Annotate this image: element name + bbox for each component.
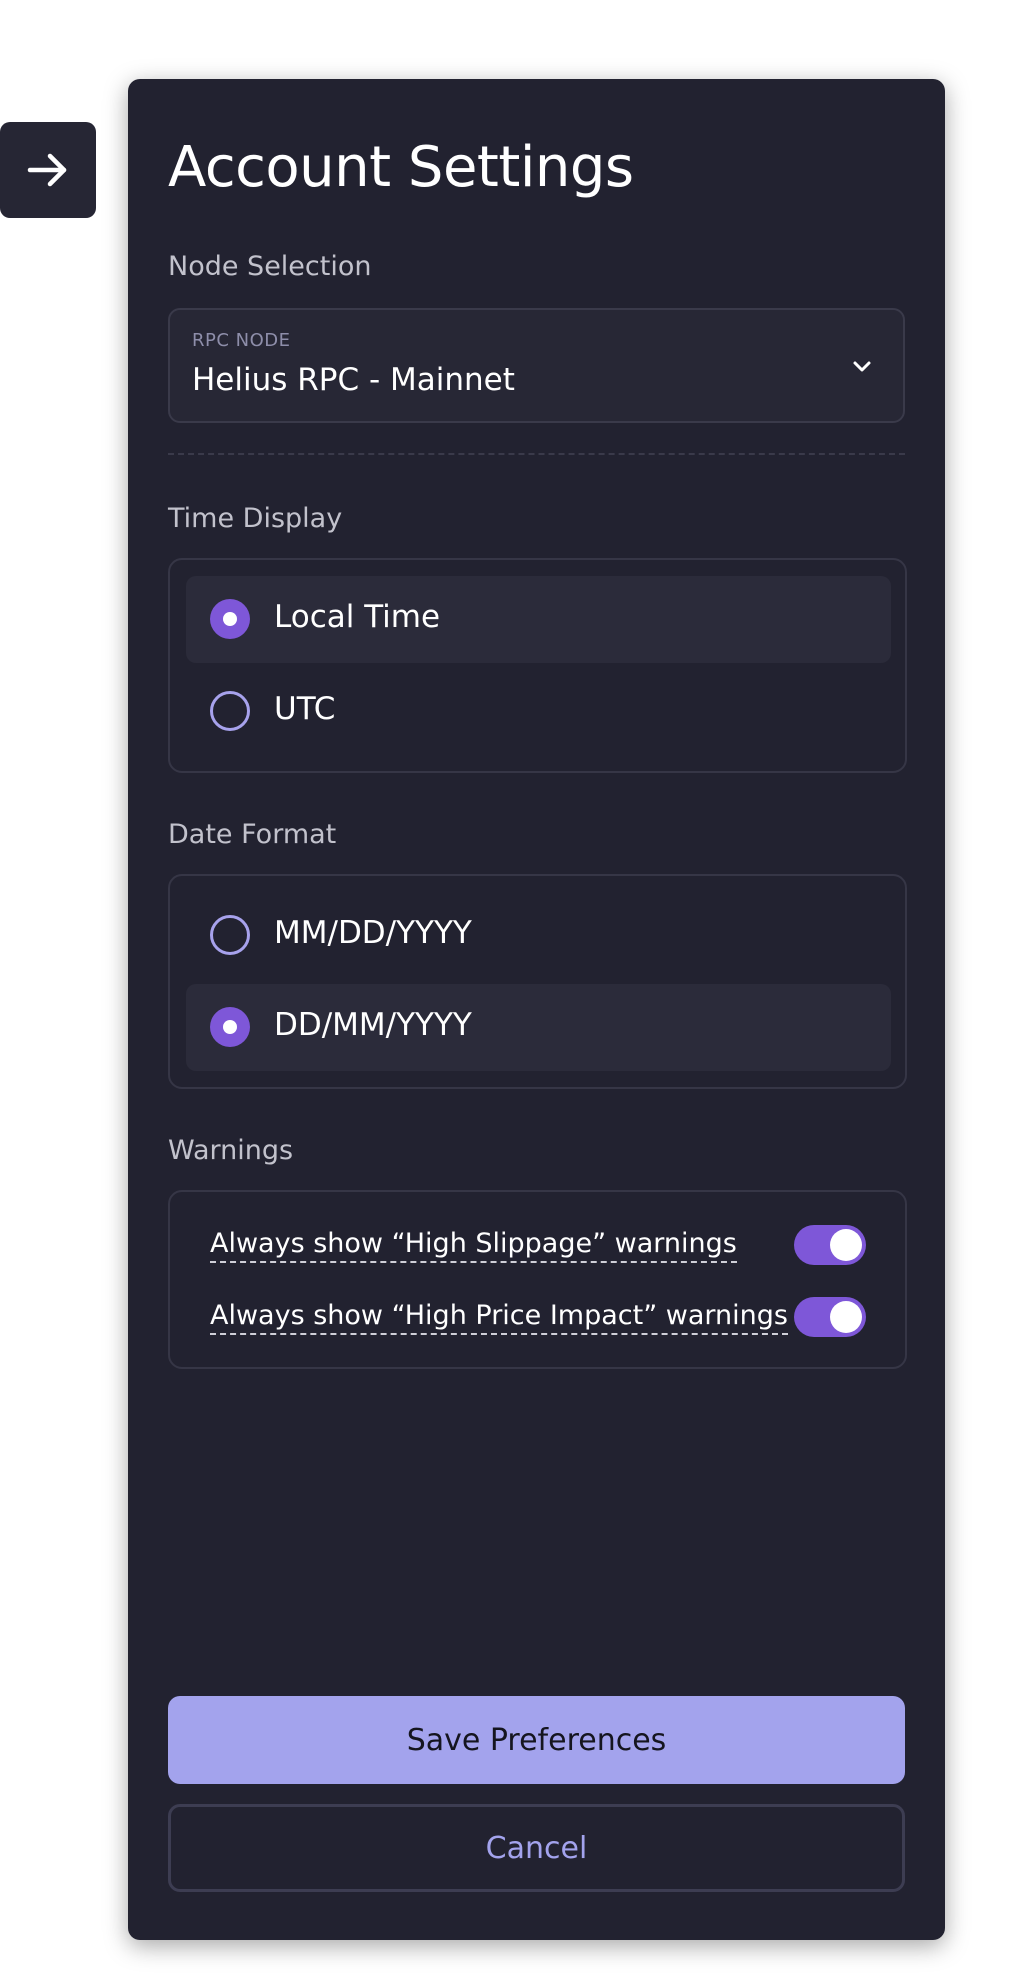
time-display-group: Local Time UTC (168, 558, 907, 773)
high-slippage-toggle[interactable] (794, 1225, 866, 1265)
radio-button-checked (210, 1007, 250, 1047)
warning-high-price-impact-label[interactable]: Always show “High Price Impact” warnings (210, 1300, 788, 1335)
radio-label: DD/MM/YYYY (274, 1007, 472, 1043)
radio-label: Local Time (274, 599, 441, 635)
radio-dd-mm-yyyy[interactable]: DD/MM/YYYY (186, 984, 891, 1071)
save-preferences-button[interactable]: Save Preferences (168, 1696, 905, 1784)
toggle-knob (830, 1229, 862, 1261)
warnings-label: Warnings (168, 1135, 294, 1166)
chevron-down-icon (853, 361, 871, 372)
section-divider (168, 453, 905, 455)
toggle-knob (830, 1301, 862, 1333)
arrow-right-icon (27, 153, 67, 187)
select-caption: RPC NODE (192, 330, 291, 351)
radio-mm-dd-yyyy[interactable]: MM/DD/YYYY (186, 892, 891, 979)
warnings-group: Always show “High Slippage” warnings Alw… (168, 1190, 907, 1369)
node-selection-label: Node Selection (168, 251, 372, 282)
date-format-label: Date Format (168, 819, 337, 850)
warning-high-slippage-label[interactable]: Always show “High Slippage” warnings (210, 1228, 737, 1263)
date-format-group: MM/DD/YYYY DD/MM/YYYY (168, 874, 907, 1089)
radio-button-unchecked (210, 915, 250, 955)
rpc-node-select[interactable]: RPC NODE Helius RPC - Mainnet (168, 308, 905, 423)
cancel-button[interactable]: Cancel (168, 1804, 905, 1892)
radio-button-checked (210, 599, 250, 639)
account-settings-panel: Account Settings Node Selection RPC NODE… (128, 79, 945, 1940)
time-display-label: Time Display (168, 503, 343, 534)
collapse-panel-button[interactable] (0, 122, 96, 218)
radio-label: UTC (274, 691, 336, 727)
radio-label: MM/DD/YYYY (274, 915, 472, 951)
high-price-impact-toggle[interactable] (794, 1297, 866, 1337)
radio-utc[interactable]: UTC (186, 668, 891, 755)
radio-local-time[interactable]: Local Time (186, 576, 891, 663)
radio-button-unchecked (210, 691, 250, 731)
page-title: Account Settings (168, 135, 634, 200)
select-value: Helius RPC - Mainnet (192, 362, 515, 398)
